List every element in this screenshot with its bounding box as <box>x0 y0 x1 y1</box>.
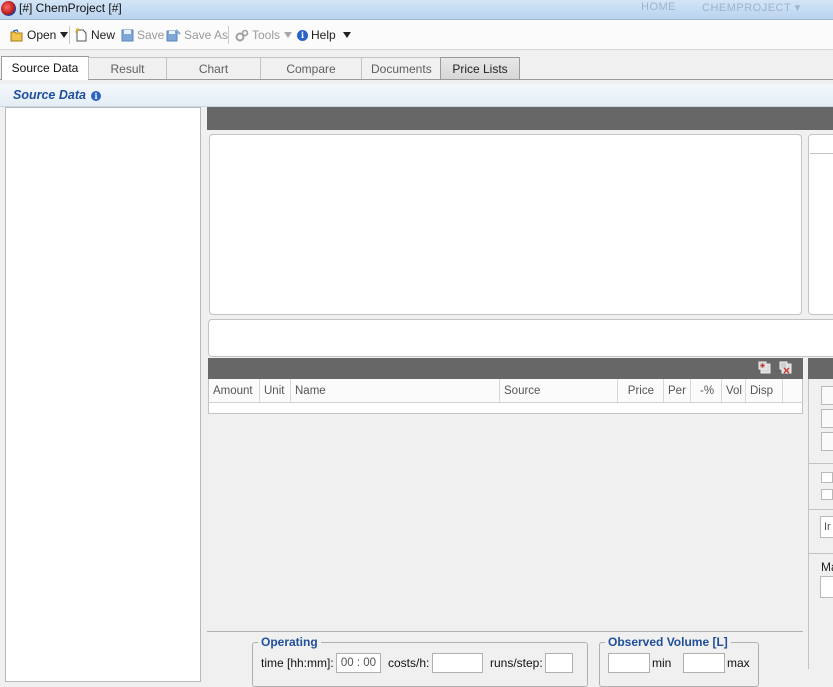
side-panel-header-bar <box>808 358 833 379</box>
table-header: Amount Unit Name Source Price Per -% Vol… <box>208 379 803 403</box>
panel-header-bar <box>207 107 833 130</box>
column-header-disp[interactable]: Disp <box>746 379 783 402</box>
save-as-icon <box>166 28 181 41</box>
runs-per-step-input[interactable] <box>545 653 573 673</box>
open-button[interactable]: Open <box>10 27 69 43</box>
add-row-icon[interactable] <box>758 361 771 374</box>
notes-panel <box>208 319 833 357</box>
tab-result-data[interactable]: Result Data <box>88 57 167 98</box>
app-icon <box>1 1 16 16</box>
side-button-3[interactable] <box>821 432 833 451</box>
toolbar: Open New Save Save As Tools i Help <box>0 20 833 50</box>
chevron-down-icon <box>342 32 351 38</box>
side-input-2[interactable] <box>820 576 833 598</box>
volume-min-input[interactable] <box>608 653 650 673</box>
chevron-down-icon <box>60 32 69 38</box>
save-as-label: Save As <box>184 28 229 42</box>
tab-price-lists[interactable]: Price Lists <box>440 57 520 79</box>
costs-input[interactable] <box>432 653 483 673</box>
info-icon: i <box>297 29 308 41</box>
chevron-down-icon <box>284 32 293 38</box>
side-checkbox-2[interactable] <box>821 489 833 500</box>
costs-label: costs/h: <box>388 656 430 670</box>
tools-gear-icon <box>235 29 249 41</box>
observed-volume-legend: Observed Volume [L] <box>605 635 731 649</box>
time-label: time [hh:mm]: <box>261 656 334 670</box>
operating-legend: Operating <box>258 635 321 649</box>
tools-label: Tools <box>252 28 281 42</box>
tab-chart-analysis[interactable]: Chart Anaylsis <box>166 57 261 98</box>
save-label: Save <box>137 28 165 42</box>
tab-source-data[interactable]: Source Data <box>1 56 89 80</box>
tools-button[interactable]: Tools <box>235 27 293 43</box>
save-as-button[interactable]: Save As <box>166 27 228 43</box>
side-button-1[interactable] <box>821 386 833 405</box>
help-button[interactable]: i Help <box>297 27 351 43</box>
info-icon[interactable]: i <box>91 91 101 101</box>
source-tree-panel[interactable] <box>5 107 201 682</box>
volume-max-label: max <box>727 656 750 670</box>
ingredients-table-body[interactable] <box>208 403 803 414</box>
save-icon <box>121 29 134 41</box>
column-header-price[interactable]: Price <box>618 379 664 402</box>
new-label: New <box>91 28 116 42</box>
help-label: Help <box>311 28 336 42</box>
section-header <box>0 84 833 107</box>
volume-min-label: min <box>652 656 672 670</box>
tab-compare-synth[interactable]: Compare Synth <box>260 57 362 98</box>
divider <box>809 463 833 464</box>
section-title: Source Data <box>13 88 86 102</box>
remove-row-icon[interactable] <box>779 361 792 374</box>
save-button[interactable]: Save <box>121 27 164 43</box>
toolbar-divider <box>69 26 70 44</box>
time-input[interactable]: 00 : 00 <box>336 653 381 673</box>
details-panel <box>209 134 802 315</box>
divider <box>810 153 833 154</box>
side-input[interactable]: Ir <box>820 516 833 538</box>
open-folder-icon <box>10 28 23 41</box>
divider <box>809 509 833 510</box>
open-label: Open <box>27 28 57 42</box>
column-header-discount[interactable]: -% <box>691 379 722 402</box>
volume-max-input[interactable] <box>683 653 725 673</box>
runs-per-step-label: runs/step: <box>490 656 543 670</box>
column-header-name[interactable]: Name <box>291 379 500 402</box>
side-label: Ma <box>821 560 833 574</box>
toolbar-divider <box>228 26 229 44</box>
tab-documents[interactable]: Documents <box>361 57 441 79</box>
column-header-source[interactable]: Source <box>500 379 618 402</box>
new-button[interactable]: New <box>74 27 115 43</box>
side-details-panel <box>808 134 833 315</box>
menu-chemproject[interactable]: CHEMPROJECT ▾ <box>702 1 801 14</box>
new-document-icon <box>75 28 87 42</box>
divider <box>809 553 833 554</box>
side-checkbox-1[interactable] <box>821 472 833 483</box>
column-header-amount[interactable]: Amount <box>209 379 260 402</box>
column-header-vol[interactable]: Vol <box>722 379 746 402</box>
column-header-per[interactable]: Per <box>664 379 691 402</box>
divider <box>207 631 803 632</box>
menu-home[interactable]: HOME <box>641 1 676 13</box>
side-button-2[interactable] <box>821 409 833 428</box>
column-header-unit[interactable]: Unit <box>260 379 291 402</box>
window-title: [#] ChemProject [#] <box>19 1 122 15</box>
table-header-bar <box>208 358 803 379</box>
